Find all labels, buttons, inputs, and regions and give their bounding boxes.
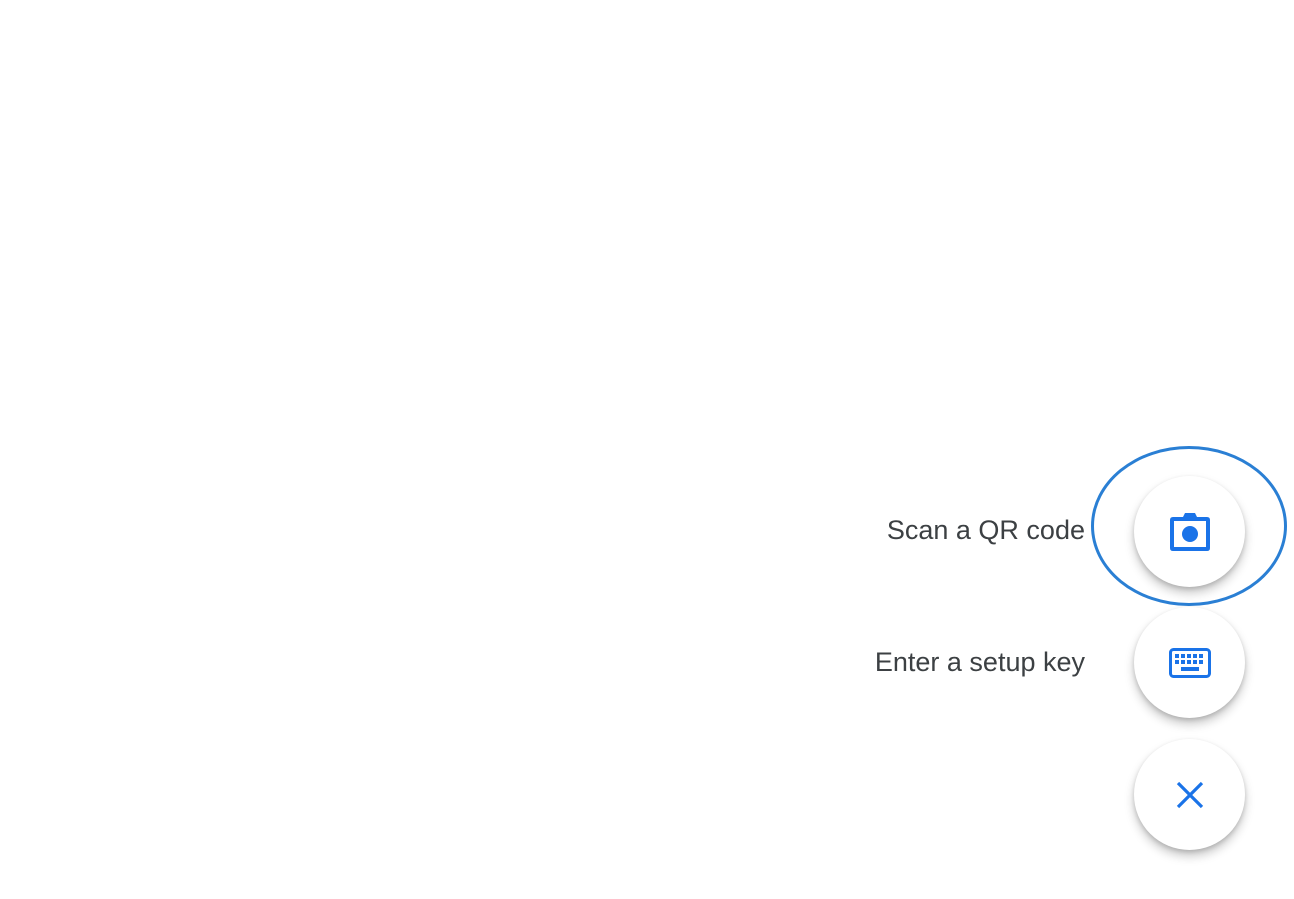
camera-icon [1169,512,1211,551]
scan-qr-code-label[interactable]: Scan a QR code [887,514,1085,546]
keyboard-icon [1168,647,1211,678]
close-button[interactable] [1134,739,1245,850]
scan-qr-code-button[interactable] [1134,476,1245,587]
enter-setup-key-button[interactable] [1134,607,1245,718]
app-screen: Scan a QR code Enter a setup key [0,0,1294,899]
enter-setup-key-label[interactable]: Enter a setup key [875,646,1085,678]
close-icon [1175,780,1205,810]
